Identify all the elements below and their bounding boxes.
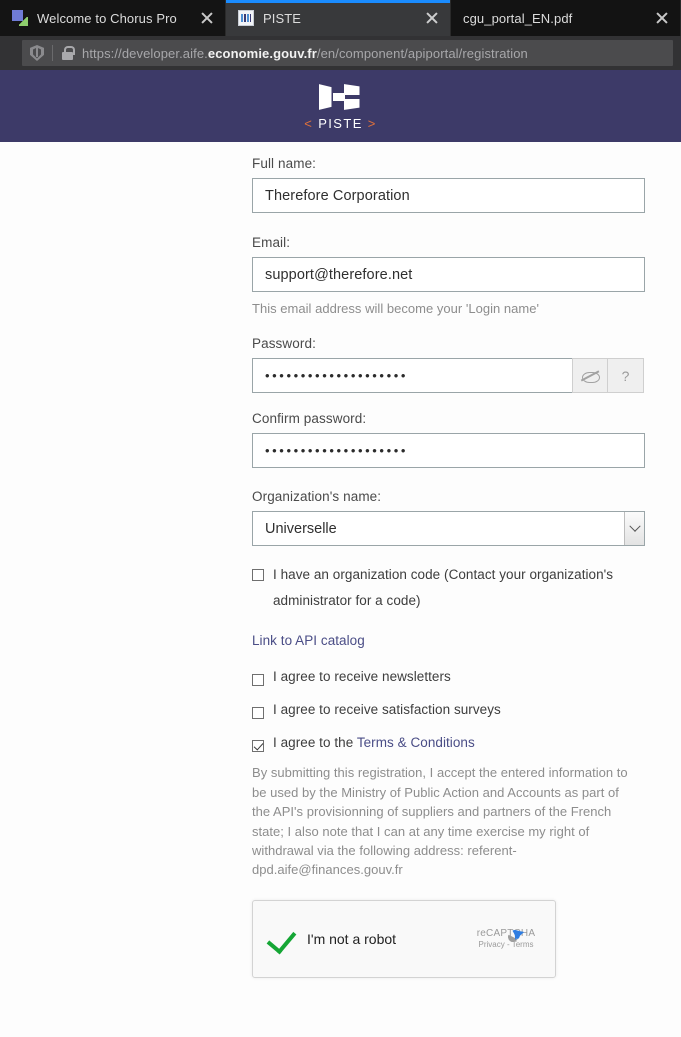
recaptcha-widget[interactable]: I'm not a robot reCAPTCHA Privacy - Term…: [252, 899, 556, 978]
site-header: < PISTE >: [0, 70, 681, 142]
logo-left-bracket: <: [304, 116, 314, 131]
confirm-password-input[interactable]: ••••••••••••••••••••: [252, 433, 645, 469]
email-label: Email:: [252, 235, 291, 250]
api-catalog-link[interactable]: Link to API catalog: [252, 631, 645, 651]
organization-label: Organization's name:: [252, 489, 382, 505]
password-group: Password: •••••••••••••••••••• ?: [252, 318, 645, 394]
urlbar-divider: [52, 45, 53, 61]
url-path: /en/component/apiportal/registration: [316, 45, 528, 61]
logo-name: PISTE: [318, 116, 363, 131]
close-icon[interactable]: [199, 10, 215, 26]
browser-tab-chorus-pro[interactable]: Welcome to Chorus Pro: [0, 0, 226, 36]
full-name-input[interactable]: Therefore Corporation: [252, 178, 645, 213]
url-text: https://developer.aife.economie.gouv.fr/…: [82, 46, 528, 61]
browser-chrome: Welcome to Chorus Pro PISTE cgu_portal_E…: [0, 0, 681, 70]
browser-tab-cgu-pdf[interactable]: cgu_portal_EN.pdf: [451, 0, 681, 36]
terms-checkbox[interactable]: [252, 740, 264, 753]
tab-title: Welcome to Chorus Pro: [37, 10, 177, 26]
browser-tabstrip: Welcome to Chorus Pro PISTE cgu_portal_E…: [0, 0, 681, 36]
recaptcha-label: I'm not a robot: [307, 930, 397, 947]
confirm-password-masked-value: ••••••••••••••••••••: [265, 443, 409, 459]
full-name-label: Full name:: [252, 156, 317, 171]
shield-icon[interactable]: [30, 45, 44, 61]
toggle-password-visibility-button[interactable]: [572, 358, 608, 394]
email-input[interactable]: support@therefore.net: [252, 257, 645, 292]
org-code-checkbox[interactable]: [252, 569, 264, 582]
piste-favicon-icon: [238, 10, 254, 26]
tab-title: PISTE: [263, 10, 302, 26]
recaptcha-brand-name: reCAPTCHA: [476, 928, 536, 940]
recaptcha-checkmark-icon[interactable]: [267, 925, 295, 953]
organization-select[interactable]: Universelle: [252, 511, 645, 547]
legal-text: By submitting this registration, I accep…: [252, 765, 628, 878]
terms-and-conditions-link[interactable]: Terms & Conditions: [357, 735, 475, 750]
api-catalog-link-row: Link to API catalog: [252, 614, 645, 651]
organization-group: Organization's name: Universelle: [252, 468, 645, 547]
full-name-group: Full name: Therefore Corporation: [252, 142, 645, 213]
close-icon[interactable]: [424, 10, 440, 26]
registration-form: Full name: Therefore Corporation Email: …: [252, 142, 645, 978]
legal-text-block: By submitting this registration, I accep…: [252, 756, 645, 879]
recaptcha-block: I'm not a robot reCAPTCHA Privacy - Term…: [252, 880, 645, 978]
browser-tab-piste[interactable]: PISTE: [226, 0, 451, 36]
newsletters-label: I agree to receive newsletters: [273, 669, 451, 685]
url-host: economie.gouv.fr: [207, 45, 317, 61]
surveys-checkbox[interactable]: [252, 707, 264, 720]
confirm-password-group: Confirm password: ••••••••••••••••••••: [252, 393, 645, 469]
password-help-button[interactable]: ?: [608, 358, 644, 394]
recaptcha-brand: reCAPTCHA Privacy - Terms: [467, 926, 545, 949]
email-group: Email: support@therefore.net This email …: [252, 213, 645, 318]
lock-icon[interactable]: [62, 46, 75, 60]
email-hint: This email address will become your 'Log…: [252, 301, 539, 316]
org-code-checkbox-row[interactable]: I have an organization code (Contact you…: [252, 546, 645, 614]
tab-title: cgu_portal_EN.pdf: [463, 10, 573, 26]
org-code-label: I have an organization code (Contact you…: [273, 567, 614, 609]
terms-label: I agree to the Terms & Conditions: [273, 730, 475, 756]
password-input[interactable]: ••••••••••••••••••••: [252, 358, 572, 394]
newsletters-checkbox[interactable]: [252, 674, 264, 687]
url-prefix: https://developer.aife.: [82, 45, 208, 61]
organization-selected-value: Universelle: [265, 520, 337, 537]
browser-urlbar-row: https://developer.aife.economie.gouv.fr/…: [0, 36, 681, 70]
site-logo-text: < PISTE >: [304, 116, 377, 131]
password-masked-value: ••••••••••••••••••••: [265, 368, 409, 384]
eye-slash-icon: [581, 369, 600, 383]
close-icon[interactable]: [654, 10, 670, 26]
logo-right-bracket: >: [367, 116, 377, 131]
registration-page: Full name: Therefore Corporation Email: …: [0, 142, 681, 1007]
chevron-down-icon[interactable]: [624, 512, 644, 546]
password-label: Password:: [252, 336, 316, 352]
recaptcha-privacy-terms-links[interactable]: Privacy - Terms: [467, 940, 545, 949]
address-bar[interactable]: https://developer.aife.economie.gouv.fr/…: [22, 40, 673, 66]
newsletters-checkbox-row[interactable]: I agree to receive newsletters: [252, 651, 645, 690]
confirm-password-label: Confirm password:: [252, 411, 367, 427]
terms-label-prefix: I agree to the: [273, 735, 357, 751]
surveys-label: I agree to receive satisfaction surveys: [273, 702, 501, 718]
piste-logo-icon[interactable]: [313, 81, 369, 113]
terms-checkbox-row[interactable]: I agree to the Terms & Conditions: [252, 723, 645, 756]
chorus-pro-favicon-icon: [12, 10, 28, 26]
surveys-checkbox-row[interactable]: I agree to receive satisfaction surveys: [252, 690, 645, 723]
